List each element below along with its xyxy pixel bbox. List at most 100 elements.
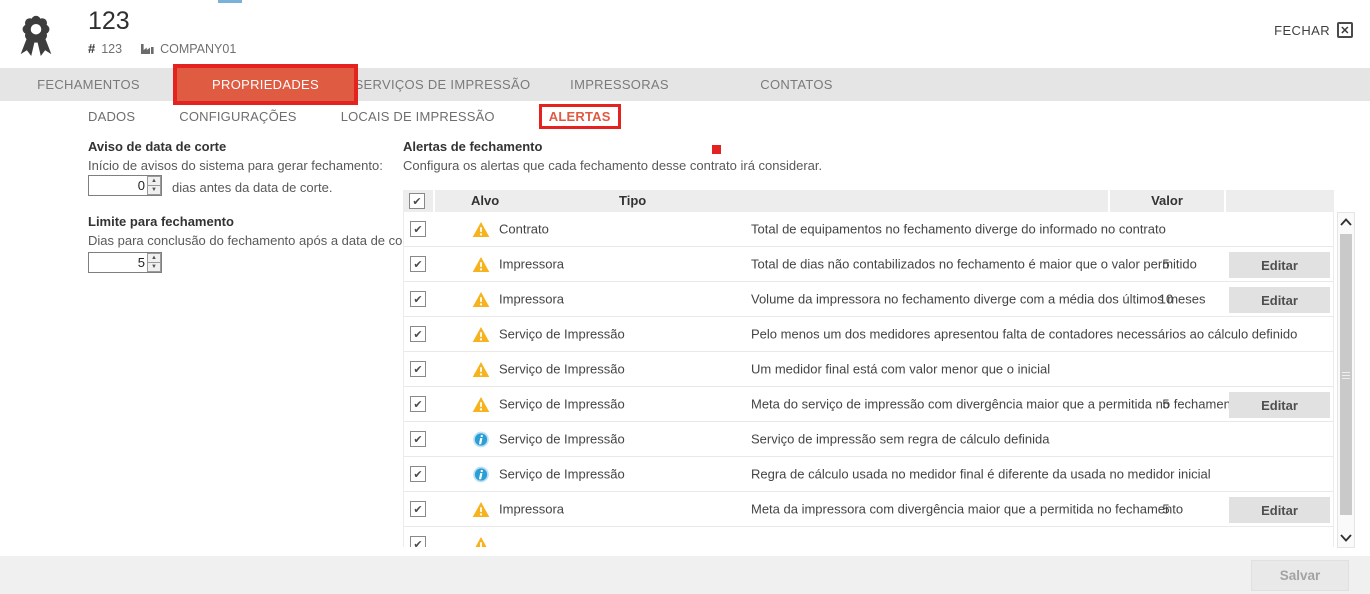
info-icon: [472, 466, 490, 483]
cutoff-notice-title: Aviso de data de corte: [88, 139, 226, 154]
row-value: 5: [1116, 257, 1216, 272]
select-all-checkbox[interactable]: ✔: [409, 193, 425, 209]
row-target: Impressora: [499, 292, 564, 307]
row-target: Serviço de Impressão: [499, 397, 625, 412]
tab-servicos-de-impressao[interactable]: SERVIÇOS DE IMPRESSÃO: [354, 68, 531, 101]
contract-ribbon-icon: [13, 10, 59, 58]
table-row: ✔Serviço de ImpressãoUm medidor final es…: [404, 352, 1333, 387]
cutoff-days-spinner[interactable]: 0 ▲ ▼: [88, 175, 162, 196]
hash-icon: #: [88, 41, 95, 56]
row-checkbox[interactable]: ✔: [410, 326, 426, 342]
sub-tabbar: DADOS CONFIGURAÇÕES LOCAIS DE IMPRESSÃO …: [0, 101, 1370, 131]
subtab-alertas[interactable]: ALERTAS: [539, 104, 621, 129]
contract-subline: # 123 COMPANY01: [88, 41, 236, 56]
spin-up-icon[interactable]: ▲: [147, 253, 161, 263]
row-value: 10: [1116, 292, 1216, 307]
footer-bar: Salvar: [0, 556, 1370, 594]
row-checkbox[interactable]: ✔: [410, 501, 426, 517]
cutoff-notice-description: Início de avisos do sistema para gerar f…: [88, 158, 383, 173]
row-checkbox[interactable]: ✔: [410, 291, 426, 307]
row-target: Serviço de Impressão: [499, 467, 625, 482]
row-type: Total de equipamentos no fechamento dive…: [751, 222, 1166, 237]
row-type: Um medidor final está com valor menor qu…: [751, 362, 1050, 377]
warning-icon: [472, 501, 490, 518]
edit-button[interactable]: Editar: [1229, 252, 1330, 278]
subtab-locais-de-impressao[interactable]: LOCAIS DE IMPRESSÃO: [341, 109, 495, 124]
row-checkbox[interactable]: ✔: [410, 536, 426, 547]
warning-icon: [472, 361, 490, 378]
content-area: Aviso de data de corte Início de avisos …: [0, 131, 1370, 556]
warning-icon: [472, 396, 490, 413]
row-target: Impressora: [499, 502, 564, 517]
row-checkbox[interactable]: ✔: [410, 396, 426, 412]
vertical-scrollbar[interactable]: [1337, 212, 1355, 548]
row-checkbox[interactable]: ✔: [410, 466, 426, 482]
row-checkbox[interactable]: ✔: [410, 431, 426, 447]
alerts-title: Alertas de fechamento: [403, 139, 542, 154]
warning-icon: [472, 291, 490, 308]
row-checkbox[interactable]: ✔: [410, 256, 426, 272]
main-tabbar: FECHAMENTOS PROPRIEDADES SERVIÇOS DE IMP…: [0, 68, 1370, 101]
row-target: Serviço de Impressão: [499, 327, 625, 342]
table-row: ✔Serviço de ImpressãoServiço de impressã…: [404, 422, 1333, 457]
warning-icon: [472, 326, 490, 343]
page-title: 123: [88, 6, 236, 36]
close-button[interactable]: FECHAR ✕: [1274, 22, 1353, 38]
row-value: 5: [1116, 397, 1216, 412]
scroll-down-icon[interactable]: [1338, 530, 1354, 546]
table-row: ✔Serviço de ImpressãoPelo menos um dos m…: [404, 317, 1333, 352]
scroll-up-icon[interactable]: [1338, 214, 1354, 230]
tab-contatos[interactable]: CONTATOS: [708, 68, 885, 101]
table-row: ✔: [404, 527, 1333, 547]
row-target: Serviço de Impressão: [499, 432, 625, 447]
closing-limit-description: Dias para conclusão do fechamento após a…: [88, 233, 421, 248]
subtab-configuracoes[interactable]: CONFIGURAÇÕES: [179, 109, 296, 124]
cutoff-days-value[interactable]: 0: [89, 176, 147, 195]
header-alvo-tipo-cell: [435, 190, 1108, 212]
spin-down-icon[interactable]: ▼: [147, 186, 161, 195]
title-block: 123 # 123 COMPANY01: [88, 6, 236, 56]
edit-button[interactable]: Editar: [1229, 287, 1330, 313]
subtab-dados[interactable]: DADOS: [88, 109, 135, 124]
spinner-buttons: ▲ ▼: [147, 253, 161, 272]
table-row: ✔Serviço de ImpressãoMeta do serviço de …: [404, 387, 1333, 422]
closing-limit-title: Limite para fechamento: [88, 214, 234, 229]
closing-limit-spinner[interactable]: 5 ▲ ▼: [88, 252, 162, 273]
scrollbar-thumb[interactable]: [1340, 234, 1352, 515]
row-target: Impressora: [499, 257, 564, 272]
tab-propriedades[interactable]: PROPRIEDADES: [177, 68, 354, 101]
spin-down-icon[interactable]: ▼: [147, 263, 161, 272]
row-target: Contrato: [499, 222, 549, 237]
alert-rows: ✔ Contrato Total de equipamentos no fecham…: [403, 212, 1334, 547]
closing-limit-value[interactable]: 5: [89, 253, 147, 272]
header-actions-cell: [1226, 190, 1334, 212]
spin-up-icon[interactable]: ▲: [147, 176, 161, 186]
scrollbar-grip: [1342, 370, 1350, 380]
edit-button[interactable]: Editar: [1229, 392, 1330, 418]
close-x-icon: ✕: [1337, 22, 1353, 38]
edit-button[interactable]: Editar: [1229, 497, 1330, 523]
column-header-tipo: Tipo: [619, 193, 646, 208]
header-checkbox-cell: ✔: [403, 190, 433, 212]
row-type: Regra de cálculo usada no medidor final …: [751, 467, 1211, 482]
alerts-table-header: ✔ Alvo Tipo Valor: [403, 190, 1334, 212]
close-label: FECHAR: [1274, 23, 1330, 38]
top-blue-artifact: [218, 0, 242, 3]
table-row: ✔ Serviço de Impressão Regra de cálculo us…: [404, 457, 1333, 492]
company-icon: [140, 43, 154, 54]
table-row: ✔ImpressoraTotal de dias não contabiliza…: [404, 247, 1333, 282]
tab-impressoras[interactable]: IMPRESSORAS: [531, 68, 708, 101]
row-checkbox[interactable]: ✔: [410, 361, 426, 377]
info-icon: [472, 431, 490, 448]
app-window: 123 # 123 COMPANY01 FECHAR ✕ FECHAMENTOS…: [0, 0, 1370, 594]
save-button[interactable]: Salvar: [1251, 560, 1349, 591]
contract-number: 123: [101, 42, 122, 56]
row-checkbox[interactable]: ✔: [410, 221, 426, 237]
row-value: 5: [1116, 502, 1216, 517]
column-header-alvo: Alvo: [471, 193, 499, 208]
warning-icon: [472, 221, 490, 238]
red-annotation-square: [712, 145, 721, 154]
spinner-buttons: ▲ ▼: [147, 176, 161, 195]
table-row: ✔ImpressoraVolume da impressora no fecha…: [404, 282, 1333, 317]
tab-fechamentos[interactable]: FECHAMENTOS: [0, 68, 177, 101]
